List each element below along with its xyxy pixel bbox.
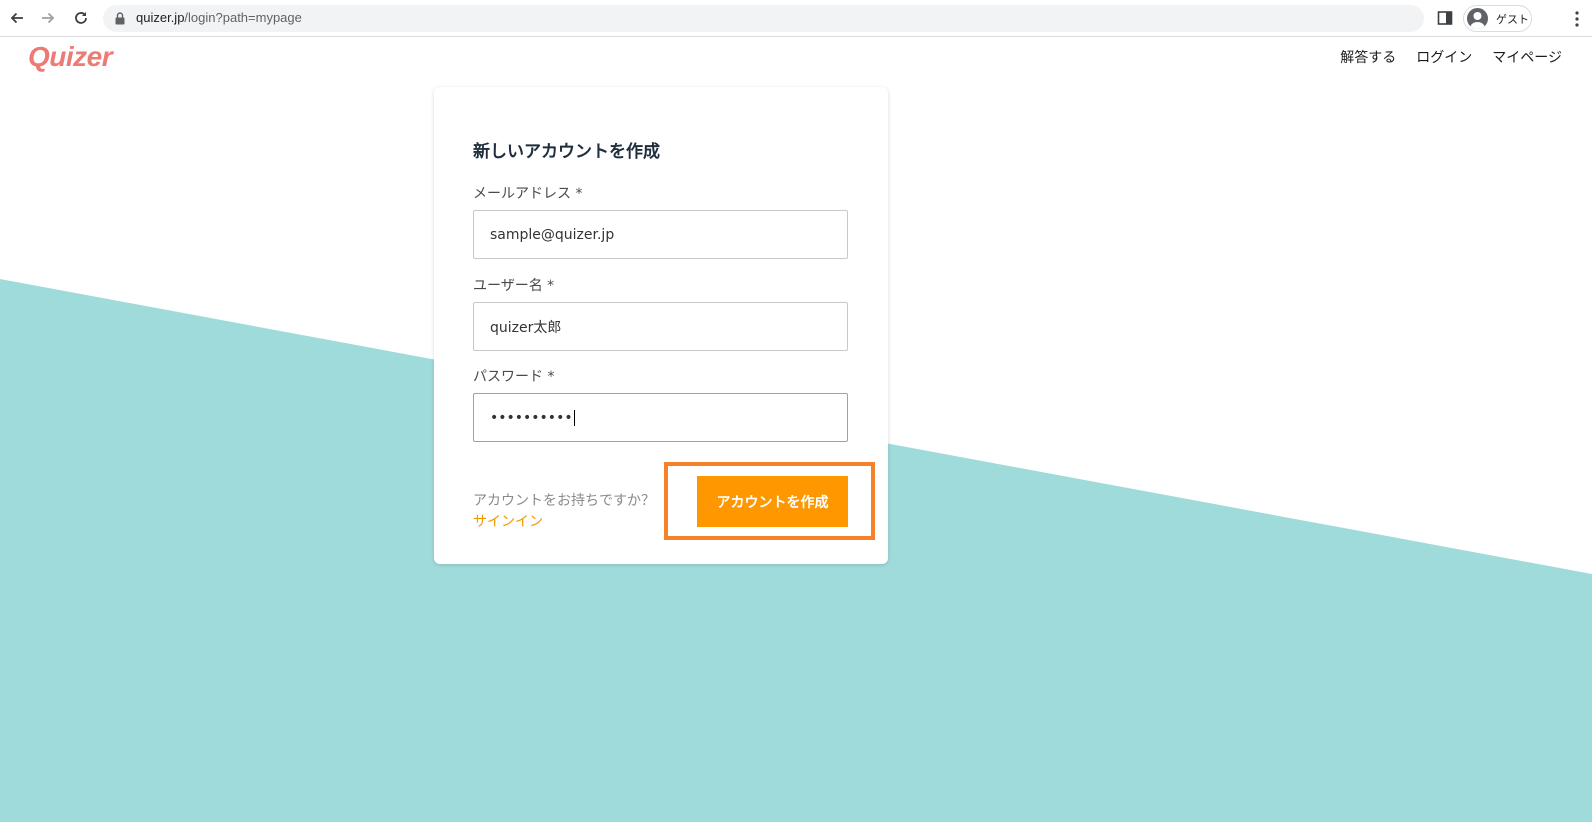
- signup-card: 新しいアカウントを作成 メールアドレス * sample@quizer.jp ユ…: [434, 87, 888, 564]
- top-navigation: 解答する ログイン マイページ: [1340, 47, 1562, 67]
- signin-link[interactable]: サインイン: [473, 511, 543, 531]
- username-field[interactable]: quizer太郎: [473, 302, 848, 351]
- email-value: sample@quizer.jp: [490, 226, 615, 243]
- reload-icon: [75, 12, 87, 24]
- avatar-icon: [1467, 8, 1488, 29]
- reload-button[interactable]: [70, 7, 92, 29]
- password-label: パスワード *: [473, 369, 555, 385]
- back-button[interactable]: [6, 7, 28, 29]
- text-caret: [573, 409, 575, 426]
- email-label: メールアドレス *: [473, 186, 583, 202]
- browser-toolbar: quizer.jp/login?path=mypage ゲスト: [0, 0, 1592, 37]
- url-path: /login?path=mypage: [184, 10, 302, 25]
- form-title: 新しいアカウントを作成: [473, 142, 660, 162]
- page-content: Quizer 解答する ログイン マイページ 新しいアカウントを作成 メールアド…: [0, 38, 1592, 822]
- nav-answer[interactable]: 解答する: [1340, 47, 1396, 67]
- nav-login[interactable]: ログイン: [1416, 47, 1472, 67]
- lock-icon: [115, 12, 125, 25]
- profile-label: ゲスト: [1496, 13, 1529, 26]
- password-value: ••••••••••: [490, 409, 573, 426]
- site-logo[interactable]: Quizer: [28, 41, 113, 73]
- username-label: ユーザー名 *: [473, 278, 555, 294]
- more-options-icon[interactable]: [1570, 9, 1584, 29]
- password-field[interactable]: ••••••••••: [473, 393, 848, 442]
- back-arrow-icon: [10, 12, 23, 24]
- forward-arrow-icon: [42, 12, 55, 24]
- create-account-button[interactable]: アカウントを作成: [697, 476, 848, 527]
- url-host: quizer.jp: [136, 10, 185, 25]
- email-field[interactable]: sample@quizer.jp: [473, 210, 848, 259]
- signin-question: アカウントをお持ちですか？: [473, 493, 655, 509]
- side-panel-icon[interactable]: [1437, 10, 1453, 26]
- username-value: quizer太郎: [490, 319, 562, 336]
- address-bar[interactable]: quizer.jp/login?path=mypage: [103, 5, 1424, 32]
- forward-button[interactable]: [37, 7, 59, 29]
- url-text: quizer.jp/login?path=mypage: [136, 10, 302, 25]
- nav-mypage[interactable]: マイページ: [1492, 47, 1562, 67]
- profile-button[interactable]: ゲスト: [1463, 5, 1532, 32]
